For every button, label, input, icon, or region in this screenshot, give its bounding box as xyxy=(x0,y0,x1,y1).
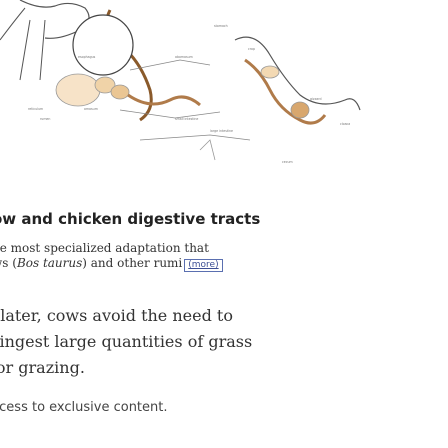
rumen-chamber xyxy=(55,73,101,107)
figure-label: abomasum xyxy=(175,55,193,59)
caption-line-2: ws (Bos taurus) and other rumi(more) xyxy=(0,256,223,272)
figure-label: small intestine xyxy=(175,117,198,121)
figure-label: large intestine xyxy=(210,129,233,133)
caption-text: ws ( xyxy=(0,256,17,270)
caption-title-text: ow and chicken digestive tracts xyxy=(0,210,261,228)
foot-outline xyxy=(199,139,216,161)
figure-label: esophagus xyxy=(78,55,96,59)
article-body-line: for grazing. xyxy=(0,358,85,377)
digestive-tract-illustration: stomach esophagus rumen reticulum omasum… xyxy=(0,0,448,210)
abomasum-tube xyxy=(127,93,201,107)
figure-label: reticulum xyxy=(28,107,43,111)
cow-leg-outline xyxy=(19,19,46,81)
access-prompt-text: ccess to exclusive content. xyxy=(0,400,168,415)
gizzard-chamber xyxy=(290,101,310,119)
crop-chamber xyxy=(260,65,280,79)
callout-line xyxy=(139,134,251,141)
figure-label: rumen xyxy=(40,117,50,121)
article-body-line: l later, cows avoid the need to xyxy=(0,306,233,325)
chicken-tract xyxy=(244,58,327,125)
caption-species-name: Bos taurus xyxy=(16,256,83,270)
figure-label: cloaca xyxy=(340,122,350,126)
caption-more-link[interactable]: (more) xyxy=(184,259,223,272)
figure-label: gizzard xyxy=(310,97,322,101)
figure-caption-title: ow and chicken digestive tracts xyxy=(0,210,448,228)
magnifier-circle xyxy=(72,14,134,76)
figure-label: omasum xyxy=(84,107,98,111)
caption-text: ) and other rumi xyxy=(82,256,183,270)
callout-line xyxy=(119,109,221,119)
article-body-line: ' ingest large quantities of grass xyxy=(0,332,253,351)
omasum-chamber xyxy=(110,84,130,100)
caption-line-1: he most specialized adaptation that xyxy=(0,241,209,255)
illustration-svg: stomach esophagus rumen reticulum omasum… xyxy=(0,0,361,164)
figure-label: stomach xyxy=(214,24,228,28)
cow-ear-outline xyxy=(0,7,26,41)
figure-label: crop xyxy=(248,47,255,51)
figure-label: cecum xyxy=(282,160,293,164)
